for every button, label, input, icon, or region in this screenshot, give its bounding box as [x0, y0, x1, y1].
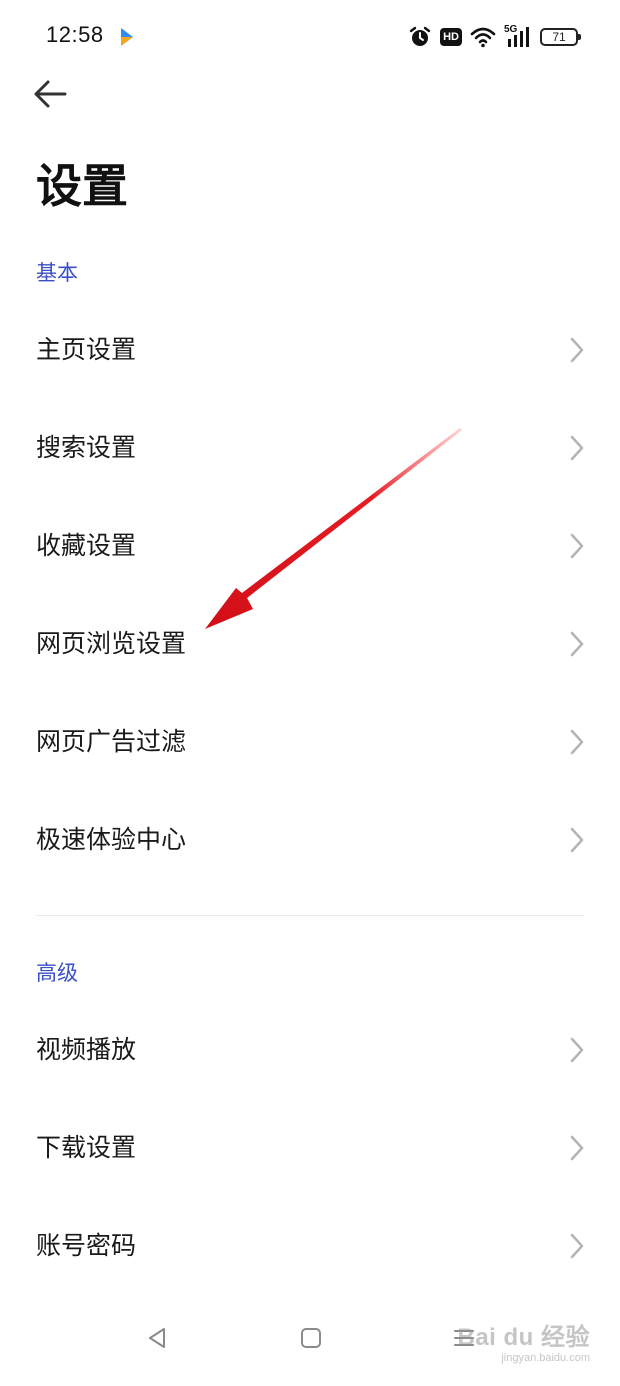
app-notification-icon — [121, 28, 133, 46]
chevron-right-icon — [570, 631, 584, 657]
menu-item-label: 搜索设置 — [36, 433, 137, 462]
menu-item-label: 极速体验中心 — [36, 825, 187, 854]
status-time: 12:58 — [46, 22, 104, 47]
chevron-right-icon — [570, 337, 584, 363]
watermark-logo: Bai du 经验 — [457, 1324, 590, 1351]
menu-item-favorites-settings[interactable]: 收藏设置 — [0, 497, 620, 595]
menu-item-label: 账号密码 — [36, 1231, 137, 1260]
chevron-right-icon — [570, 1233, 584, 1259]
chevron-right-icon — [570, 533, 584, 559]
signal-indicator: 5G — [504, 25, 532, 49]
section-header-advanced: 高级 — [36, 961, 78, 985]
chevron-right-icon — [570, 435, 584, 461]
menu-item-label: 视频播放 — [36, 1035, 137, 1064]
signal-icon — [508, 27, 529, 47]
menu-item-speed-experience-center[interactable]: 极速体验中心 — [0, 791, 620, 889]
chevron-right-icon — [570, 1135, 584, 1161]
status-icons: HD 5G 71 — [408, 22, 582, 52]
watermark-url: jingyan.baidu.com — [501, 1352, 590, 1364]
arrow-left-icon — [34, 80, 67, 108]
menu-item-search-settings[interactable]: 搜索设置 — [0, 399, 620, 497]
menu-item-label: 下载设置 — [36, 1133, 137, 1162]
menu-item-web-browsing-settings[interactable]: 网页浏览设置 — [0, 595, 620, 693]
menu-item-label: 主页设置 — [36, 335, 137, 364]
section-divider — [36, 915, 584, 916]
wifi-icon — [470, 27, 496, 48]
menu-item-ad-filter[interactable]: 网页广告过滤 — [0, 693, 620, 791]
section-header-basic: 基本 — [36, 261, 78, 285]
battery-icon: 71 — [540, 28, 581, 46]
alarm-icon — [409, 26, 431, 46]
menu-item-label: 网页浏览设置 — [36, 629, 187, 658]
menu-item-label: 收藏设置 — [36, 531, 137, 560]
nav-home-button[interactable] — [299, 1326, 323, 1350]
menu-item-account-password[interactable]: 账号密码 — [0, 1197, 620, 1295]
chevron-right-icon — [570, 1037, 584, 1063]
nav-back-button[interactable] — [146, 1326, 170, 1350]
chevron-right-icon — [570, 729, 584, 755]
menu-item-homepage-settings[interactable]: 主页设置 — [0, 301, 620, 399]
menu-item-download-settings[interactable]: 下载设置 — [0, 1099, 620, 1197]
battery-level: 71 — [552, 30, 566, 44]
menu-item-video-playback[interactable]: 视频播放 — [0, 1001, 620, 1099]
hd-badge: HD — [440, 28, 462, 46]
back-button[interactable] — [24, 70, 76, 118]
menu-item-label: 网页广告过滤 — [36, 727, 187, 756]
baidu-jingyan-watermark: Bai du 经验 jingyan.baidu.com — [457, 1317, 590, 1364]
page-title: 设置 — [36, 159, 128, 213]
status-bar: 12:58 HD 5G 71 — [0, 0, 620, 74]
chevron-right-icon — [570, 827, 584, 853]
